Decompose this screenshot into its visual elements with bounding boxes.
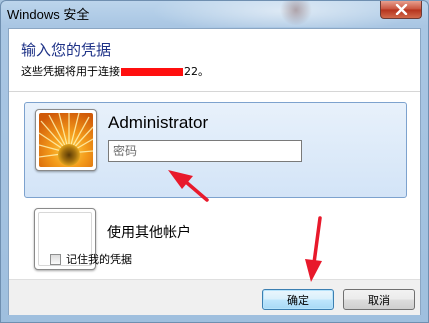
redacted-hostname bbox=[121, 68, 183, 76]
title-bar[interactable]: Windows 安全 bbox=[1, 1, 428, 27]
password-input[interactable] bbox=[108, 140, 302, 162]
remember-label: 记住我的凭据 bbox=[66, 253, 132, 266]
subline-prefix: 这些凭据将用于连接 bbox=[21, 65, 120, 78]
dialog-client-area: 输入您的凭据 这些凭据将用于连接 22。 Administrator 使用其他帐… bbox=[8, 28, 421, 315]
dialog-header: 输入您的凭据 这些凭据将用于连接 22。 bbox=[9, 29, 420, 89]
ok-button[interactable]: 确定 bbox=[262, 289, 334, 310]
close-button[interactable] bbox=[380, 1, 422, 19]
dialog-heading: 输入您的凭据 bbox=[21, 41, 112, 59]
close-icon bbox=[395, 4, 408, 15]
cancel-button[interactable]: 取消 bbox=[343, 289, 415, 310]
user-avatar bbox=[35, 109, 97, 171]
dialog-subline: 这些凭据将用于连接 22。 bbox=[21, 63, 209, 79]
header-divider bbox=[9, 91, 420, 92]
flower-avatar-icon bbox=[39, 113, 93, 167]
account-username: Administrator bbox=[108, 113, 209, 132]
credential-tile-administrator[interactable]: Administrator bbox=[24, 102, 407, 198]
remember-checkbox[interactable] bbox=[50, 253, 61, 265]
remember-credentials[interactable]: 记住我的凭据 bbox=[50, 251, 132, 267]
credential-dialog-window: Windows 安全 输入您的凭据 这些凭据将用于连接 22。 Administ… bbox=[0, 0, 429, 323]
window-title: Windows 安全 bbox=[7, 7, 90, 22]
dialog-footer: 确定 取消 bbox=[9, 279, 420, 315]
subline-suffix: 22。 bbox=[184, 65, 209, 78]
other-account-label: 使用其他帐户 bbox=[107, 225, 191, 241]
